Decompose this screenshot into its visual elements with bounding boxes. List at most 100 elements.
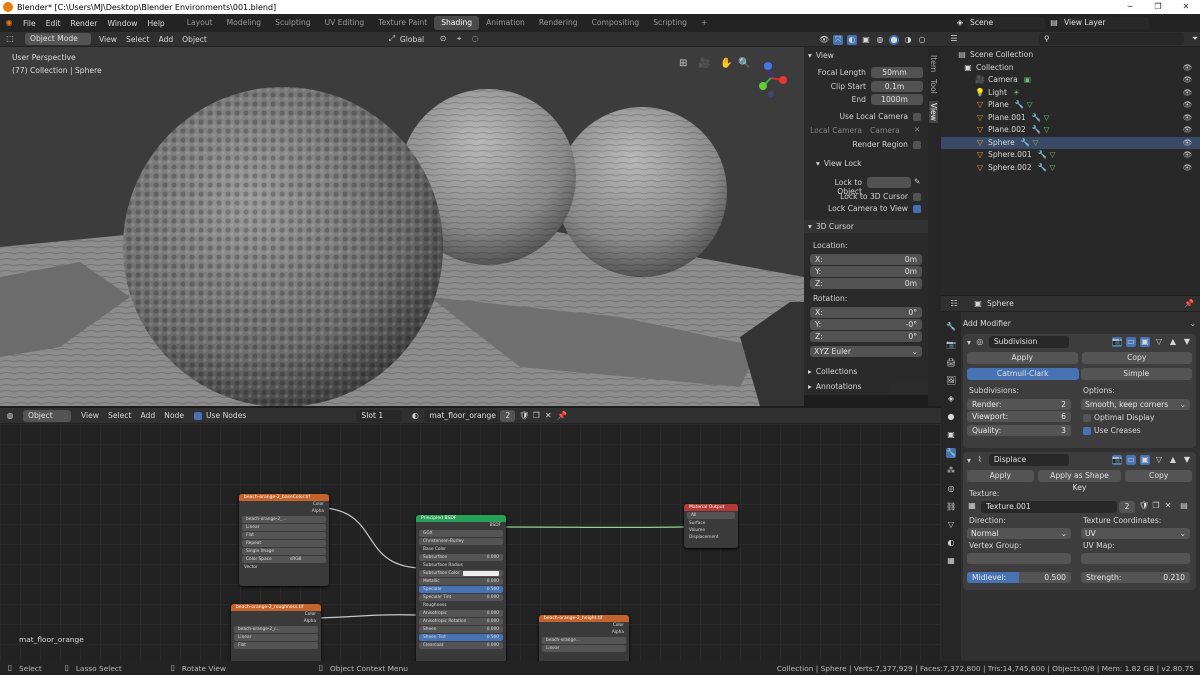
tex2-interpolation[interactable]: Linear xyxy=(234,634,318,641)
scene-selector[interactable]: Scene xyxy=(965,17,1045,29)
optimal-display-checkbox[interactable] xyxy=(1083,414,1091,422)
proportional-edit-icon[interactable]: ◌ xyxy=(470,34,480,44)
displace-editmode-icon[interactable]: ▣ xyxy=(1140,455,1150,465)
bsdf-input-sheen-tint[interactable]: Sheen Tint 0.500 xyxy=(419,634,503,641)
texture-browse-icon[interactable]: ▦ xyxy=(967,501,977,511)
render-region-checkbox[interactable] xyxy=(913,141,921,149)
menu-render[interactable]: Render xyxy=(65,19,102,28)
view-section-header[interactable]: ▾ View xyxy=(808,49,924,62)
render-levels-field[interactable]: Render: 2 xyxy=(967,399,1071,410)
cursor-location-x[interactable]: X: 0m xyxy=(810,254,922,265)
node-height-texture[interactable]: beach-orange-2_height.tif Color Alpha be… xyxy=(539,615,629,661)
uv-smooth-selector[interactable]: Smooth, keep corners ⌄ xyxy=(1081,399,1190,410)
xray-icon[interactable]: ▣ xyxy=(861,35,871,45)
node-roughness-texture[interactable]: beach-orange-2_roughness.tif Color Alpha… xyxy=(231,604,321,661)
tab-view[interactable]: View xyxy=(929,101,938,124)
tex1-source[interactable]: Single Image xyxy=(242,548,326,555)
material-users-count[interactable]: 2 xyxy=(500,409,516,422)
output-displacement-socket[interactable]: Displacement xyxy=(684,534,738,541)
tab-layout[interactable]: Layout xyxy=(180,16,220,30)
editmode-icon[interactable]: ▣ xyxy=(1140,337,1150,347)
output-tab-icon[interactable]: 🖨 xyxy=(946,358,956,368)
view-layer-selector[interactable]: View Layer xyxy=(1059,17,1149,29)
fake-user-icon[interactable]: 🛡 xyxy=(519,411,529,421)
displace-oncage-icon[interactable]: ▽ xyxy=(1154,455,1164,465)
clip-start-field[interactable]: 0.1m xyxy=(871,81,923,92)
tab-compositing[interactable]: Compositing xyxy=(585,16,647,30)
tex1-interpolation[interactable]: Linear xyxy=(242,524,326,531)
tex2-image-field[interactable]: beach-orange-2_r... xyxy=(234,626,318,633)
bsdf-input-base-color[interactable]: Base Color xyxy=(419,546,503,553)
modifier-tab-icon[interactable]: 🔧 xyxy=(946,448,956,458)
modifier-mesh-icons[interactable]: 🔧 ▽ xyxy=(1015,100,1033,109)
add-workspace-button[interactable]: + xyxy=(694,16,714,30)
texture-name-field[interactable]: Texture.001 xyxy=(981,501,1117,513)
tab-shading[interactable]: Shading xyxy=(434,16,480,30)
subdiv-copy-button[interactable]: Copy xyxy=(1081,352,1192,364)
shading-rendered-icon[interactable]: ○ xyxy=(917,35,927,45)
node-menu-select[interactable]: Select xyxy=(108,411,131,420)
clear-camera-icon[interactable]: ✕ xyxy=(914,125,920,134)
texture-new-icon[interactable]: ❐ xyxy=(1151,501,1161,511)
visibility-eye-icon[interactable]: 👁 xyxy=(1182,149,1192,162)
constraints-tab-icon[interactable]: ⛓ xyxy=(946,502,956,512)
properties-type-icon[interactable]: ☷ xyxy=(949,299,959,309)
bsdf-output-socket[interactable]: BSDF xyxy=(416,522,506,529)
tex2-alpha-socket[interactable]: Alpha xyxy=(231,618,321,625)
texture-fake-user-icon[interactable]: 🛡 xyxy=(1139,501,1149,511)
texture-properties-icon[interactable]: ▤ xyxy=(1179,501,1189,511)
modifier-mesh-icons[interactable]: 🔧 ▽ xyxy=(1038,163,1056,172)
displace-camera-icon[interactable]: 📷 xyxy=(1112,455,1122,465)
scene-tab-icon[interactable]: ◈ xyxy=(946,394,956,404)
lock-object-field[interactable] xyxy=(867,177,911,188)
menu-view[interactable]: View xyxy=(99,35,117,44)
visibility-eye-icon[interactable]: 👁 xyxy=(1182,137,1192,150)
object-tab-icon[interactable]: ▣ xyxy=(946,430,956,440)
direction-selector[interactable]: Normal ⌄ xyxy=(967,528,1071,539)
collapse-subdiv-icon[interactable]: ▾ xyxy=(967,338,971,347)
menu-add[interactable]: Add xyxy=(158,35,173,44)
cursor-location-y[interactable]: Y: 0m xyxy=(810,266,922,277)
eyedropper-icon[interactable]: ✎ xyxy=(914,177,920,186)
subsurface-color-swatch[interactable] xyxy=(463,571,499,576)
visibility-eye-icon[interactable]: 👁 xyxy=(1182,87,1192,100)
node-material-output[interactable]: Material Output All Surface Volume Displ… xyxy=(684,504,738,548)
slot-selector[interactable]: Slot 1 xyxy=(356,409,403,422)
bsdf-input-specular[interactable]: Specular 0.500 xyxy=(419,586,503,593)
vertex-group-field[interactable] xyxy=(967,553,1071,564)
view-layer-tab-icon[interactable]: 🖼 xyxy=(946,376,956,386)
overlays-icon[interactable]: ◐ xyxy=(847,34,857,45)
visibility-icon[interactable]: 👁 xyxy=(819,35,829,45)
move-down-icon[interactable]: ▼ xyxy=(1182,337,1192,347)
lock-camera-checkbox[interactable] xyxy=(913,205,921,213)
bsdf-input-subsurface[interactable]: Subsurface 0.000 xyxy=(419,554,503,561)
midlevel-slider[interactable]: Midlevel: 0.500 xyxy=(967,572,1071,583)
visibility-eye-icon[interactable]: 👁 xyxy=(1182,99,1192,112)
gizmo-icon[interactable]: ⤧ xyxy=(833,34,843,45)
tex3-alpha-socket[interactable]: Alpha xyxy=(539,629,629,636)
outliner-scene-collection[interactable]: ▤ Scene Collection xyxy=(941,49,1200,62)
physics-tab-icon[interactable]: ◎ xyxy=(946,484,956,494)
output-surface-socket[interactable]: Surface xyxy=(684,520,738,527)
material-name-field[interactable]: mat_floor_orange xyxy=(424,409,499,422)
displace-copy-button[interactable]: Copy xyxy=(1125,470,1193,482)
visibility-eye-icon[interactable]: 👁 xyxy=(1182,162,1192,175)
outliner-item-light[interactable]: 💡 Light ☀ 👁 xyxy=(941,87,1200,100)
tab-animation[interactable]: Animation xyxy=(479,16,532,30)
maximize-button[interactable]: ❐ xyxy=(1144,0,1172,14)
node-base-color-texture[interactable]: beach-orange-2_baseColor.tif Color Alpha… xyxy=(239,494,329,586)
blender-menu-icon[interactable]: ◉ xyxy=(4,18,14,28)
orientation-selector[interactable]: Global xyxy=(400,35,424,44)
strength-field[interactable]: Strength: 0.210 xyxy=(1081,572,1190,583)
displace-apply-button[interactable]: Apply xyxy=(967,470,1034,482)
bsdf-input-ggx[interactable]: GGX xyxy=(419,530,503,537)
tab-sculpting[interactable]: Sculpting xyxy=(268,16,317,30)
annotations-header[interactable]: ▸ Annotations xyxy=(808,380,861,393)
unlink-icon[interactable]: ✕ xyxy=(543,411,553,421)
texture-users-count[interactable]: 2 xyxy=(1119,501,1135,513)
tab-rendering[interactable]: Rendering xyxy=(532,16,585,30)
tex3-image-field[interactable]: beach-orange... xyxy=(542,637,626,644)
tab-modeling[interactable]: Modeling xyxy=(220,16,269,30)
tex1-color-socket[interactable]: Color xyxy=(239,501,329,508)
quality-field[interactable]: Quality: 3 xyxy=(967,425,1071,436)
